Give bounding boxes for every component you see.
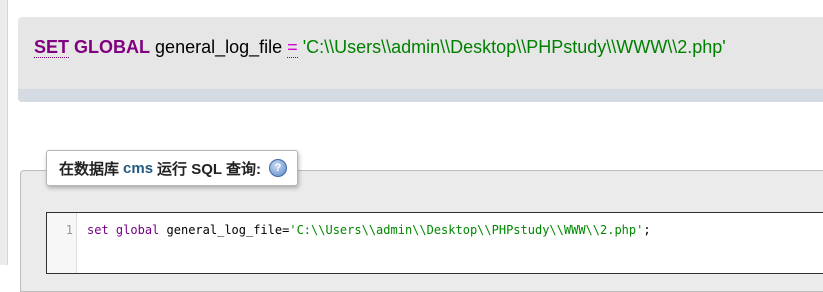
sql-editor-code-line[interactable]: set global general_log_file='C:\\Users\\… bbox=[87, 223, 651, 237]
sql-operator[interactable]: = bbox=[287, 37, 298, 58]
code-string: 'C:\\Users\\admin\\Desktop\\PHPstudy\\WW… bbox=[289, 223, 644, 237]
legend-prefix: 在数据库 bbox=[59, 160, 120, 178]
sql-variable-name: general_log_file bbox=[155, 37, 283, 57]
sql-query-legend: 在数据库 cms 运行 SQL 查询: ? bbox=[46, 150, 298, 186]
left-divider bbox=[0, 0, 8, 265]
executed-sql-statement: SET GLOBAL general_log_file = 'C:\\Users… bbox=[34, 36, 726, 58]
code-keyword-global: global bbox=[115, 223, 160, 237]
code-variable: general_log_file bbox=[166, 223, 283, 237]
code-terminator: ; bbox=[643, 223, 651, 237]
sql-string-value: 'C:\\Users\\admin\\Desktop\\PHPstudy\\WW… bbox=[302, 37, 726, 57]
line-number: 1 bbox=[65, 223, 73, 237]
legend-database-name: cms bbox=[123, 159, 154, 177]
sql-keyword-global: GLOBAL bbox=[74, 37, 151, 57]
executed-sql-panel: SET GLOBAL general_log_file = 'C:\\Users… bbox=[18, 17, 823, 102]
question-help-icon[interactable]: ? bbox=[268, 159, 287, 177]
sql-panel-toolbar-band bbox=[18, 89, 823, 102]
sql-keyword-set[interactable]: SET bbox=[34, 37, 70, 58]
legend-suffix: 运行 SQL 查询: bbox=[157, 160, 261, 178]
code-keyword-set: set bbox=[87, 223, 109, 237]
line-number-gutter: 1 bbox=[47, 213, 77, 273]
